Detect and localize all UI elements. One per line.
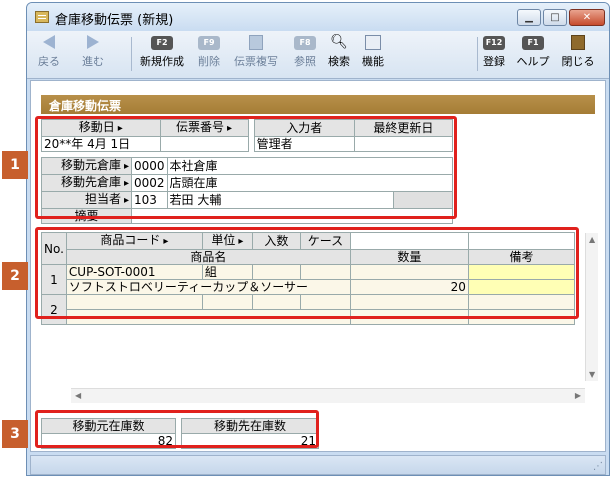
scroll-down-icon[interactable]: ▼	[589, 370, 595, 379]
window-title: 倉庫移動伝票 (新規)	[55, 13, 174, 28]
annotation-box-2	[35, 227, 579, 319]
reference-button[interactable]: F8 参照	[289, 35, 321, 69]
f8-key-icon: F8	[294, 36, 316, 50]
horizontal-scrollbar[interactable]: ◀ ▶	[71, 388, 585, 403]
new-button[interactable]: F2 新規作成	[135, 35, 189, 69]
scroll-left-icon[interactable]: ◀	[75, 391, 81, 400]
close-form-button[interactable]: 閉じる	[557, 35, 599, 69]
function-button[interactable]: 機能	[357, 35, 389, 69]
forward-label: 進む	[82, 55, 104, 68]
title-bar: 倉庫移動伝票 (新規) ▁ □ ✕	[27, 3, 609, 31]
delete-button[interactable]: F9 削除	[193, 35, 225, 69]
search-button[interactable]: 🔍︎ 検索	[323, 35, 355, 69]
scroll-up-icon[interactable]: ▲	[589, 235, 595, 244]
annotation-badge-2: 2	[2, 262, 28, 290]
close-form-label: 閉じる	[561, 55, 595, 68]
forward-button[interactable]: 進む	[77, 35, 109, 69]
register-label: 登録	[483, 55, 505, 68]
minimize-button[interactable]: ▁	[517, 9, 541, 26]
back-button[interactable]: 戻る	[33, 35, 65, 69]
f9-key-icon: F9	[198, 36, 220, 50]
function-icon	[365, 35, 381, 50]
annotation-box-3	[35, 410, 319, 448]
forward-arrow-icon	[87, 35, 99, 49]
back-label: 戻る	[38, 55, 60, 68]
copy-label: 伝票複写	[234, 55, 278, 68]
status-bar: ⋰	[30, 455, 606, 475]
resize-grip-icon[interactable]: ⋰	[593, 461, 603, 472]
help-label: ヘルプ	[516, 55, 550, 68]
register-button[interactable]: F12 登録	[479, 35, 509, 69]
annotation-badge-3: 3	[2, 420, 28, 448]
scroll-right-icon[interactable]: ▶	[575, 391, 581, 400]
help-button[interactable]: F1 ヘルプ	[511, 35, 555, 69]
document-header: 倉庫移動伝票	[41, 95, 595, 114]
copy-icon	[249, 35, 263, 50]
annotation-box-1	[35, 116, 457, 219]
search-label: 検索	[328, 55, 350, 68]
f2-key-icon: F2	[151, 36, 173, 50]
delete-label: 削除	[198, 55, 220, 68]
toolbar: 戻る 進む F2 新規作成 F9 削除 伝票複写 F8 参照 🔍︎ 検索 機能 …	[27, 31, 609, 79]
close-button[interactable]: ✕	[569, 9, 605, 26]
app-icon	[35, 11, 49, 23]
f12-key-icon: F12	[483, 36, 505, 50]
vertical-scrollbar[interactable]: ▲ ▼	[585, 233, 598, 381]
search-icon: 🔍︎	[330, 34, 348, 50]
function-label: 機能	[362, 55, 384, 68]
exit-door-icon	[571, 35, 585, 50]
maximize-button[interactable]: □	[543, 9, 567, 26]
toolbar-divider	[131, 37, 132, 71]
copy-slip-button[interactable]: 伝票複写	[229, 35, 283, 69]
toolbar-divider	[477, 37, 478, 71]
back-arrow-icon	[43, 35, 55, 49]
annotation-badge-1: 1	[2, 151, 28, 179]
new-label: 新規作成	[140, 55, 184, 68]
reference-label: 参照	[294, 55, 316, 68]
f1-key-icon: F1	[522, 36, 544, 50]
